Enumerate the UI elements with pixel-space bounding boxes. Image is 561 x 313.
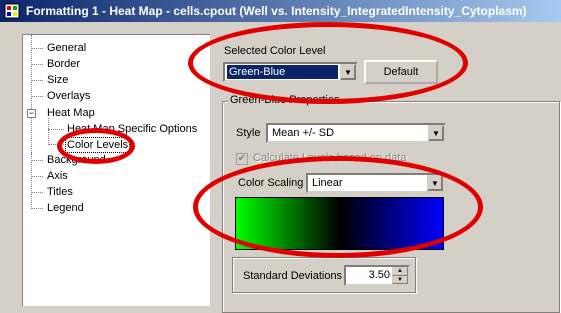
tree-item-axis[interactable]: Axis (47, 169, 68, 183)
tree-item-border[interactable]: Border (47, 57, 80, 71)
tree-item-titles[interactable]: Titles (47, 185, 73, 199)
tree-connector (48, 129, 64, 130)
properties-group-title: Green-Blue Properties (228, 94, 342, 106)
tree-connector (31, 96, 43, 97)
tree-line (31, 153, 32, 209)
chevron-down-icon[interactable]: ▼ (340, 64, 356, 80)
tree-connector (31, 80, 43, 81)
window-title: Formatting 1 - Heat Map - cells.cpout (W… (26, 4, 527, 18)
std-dev-label: Standard Deviations (243, 270, 343, 282)
style-value: Mean +/- SD (272, 127, 335, 139)
color-gradient-preview (235, 197, 444, 250)
tree-item-heat-map[interactable]: Heat Map (47, 106, 95, 120)
std-dev-value: 3.50 (368, 269, 390, 281)
calculate-levels-label: Calculate Levels based on data (253, 152, 407, 164)
default-button[interactable]: Default (364, 60, 438, 84)
tree-connector (31, 64, 43, 65)
spin-down-icon[interactable]: ▼ (392, 275, 408, 284)
tree-line (48, 118, 49, 143)
tree-connector (31, 160, 43, 161)
tree-line (31, 35, 32, 153)
tree-item-size[interactable]: Size (47, 73, 68, 87)
app-icon (4, 3, 20, 19)
tree-item-heat-map-specific-options[interactable]: Heat Map Specific Options (67, 122, 197, 136)
style-label: Style (236, 127, 261, 139)
style-select[interactable]: Mean +/- SD ▼ (266, 123, 446, 143)
tree-item-general[interactable]: General (47, 41, 86, 55)
tree-item-background[interactable]: Background (47, 153, 106, 167)
color-scaling-value: Linear (312, 177, 343, 189)
tree-item-overlays[interactable]: Overlays (47, 89, 90, 103)
selected-color-level-label: Selected Color Level (224, 45, 326, 57)
tree-connector (48, 144, 64, 145)
tree-connector (31, 48, 43, 49)
tree-connector (31, 192, 43, 193)
tree-connector (31, 176, 43, 177)
color-level-value: Green-Blue (227, 65, 338, 79)
settings-tree[interactable]: General Border Size Overlays − Heat Map … (22, 34, 210, 306)
calculate-levels-checkbox[interactable]: ✔ (236, 153, 248, 165)
std-dev-stepper[interactable]: 3.50 ▲ ▼ (344, 265, 410, 286)
chevron-down-icon[interactable]: ▼ (427, 175, 443, 191)
collapse-icon[interactable]: − (27, 109, 36, 118)
spin-up-icon[interactable]: ▲ (392, 267, 408, 276)
color-level-select[interactable]: Green-Blue ▼ (223, 62, 358, 82)
color-scaling-select[interactable]: Linear ▼ (306, 173, 445, 193)
tree-item-legend[interactable]: Legend (47, 201, 84, 215)
tree-connector (31, 208, 43, 209)
tree-item-color-levels[interactable]: Color Levels (65, 137, 131, 153)
chevron-down-icon[interactable]: ▼ (428, 125, 444, 141)
window-title-bar: Formatting 1 - Heat Map - cells.cpout (W… (0, 0, 561, 22)
color-scaling-label: Color Scaling (238, 177, 304, 189)
